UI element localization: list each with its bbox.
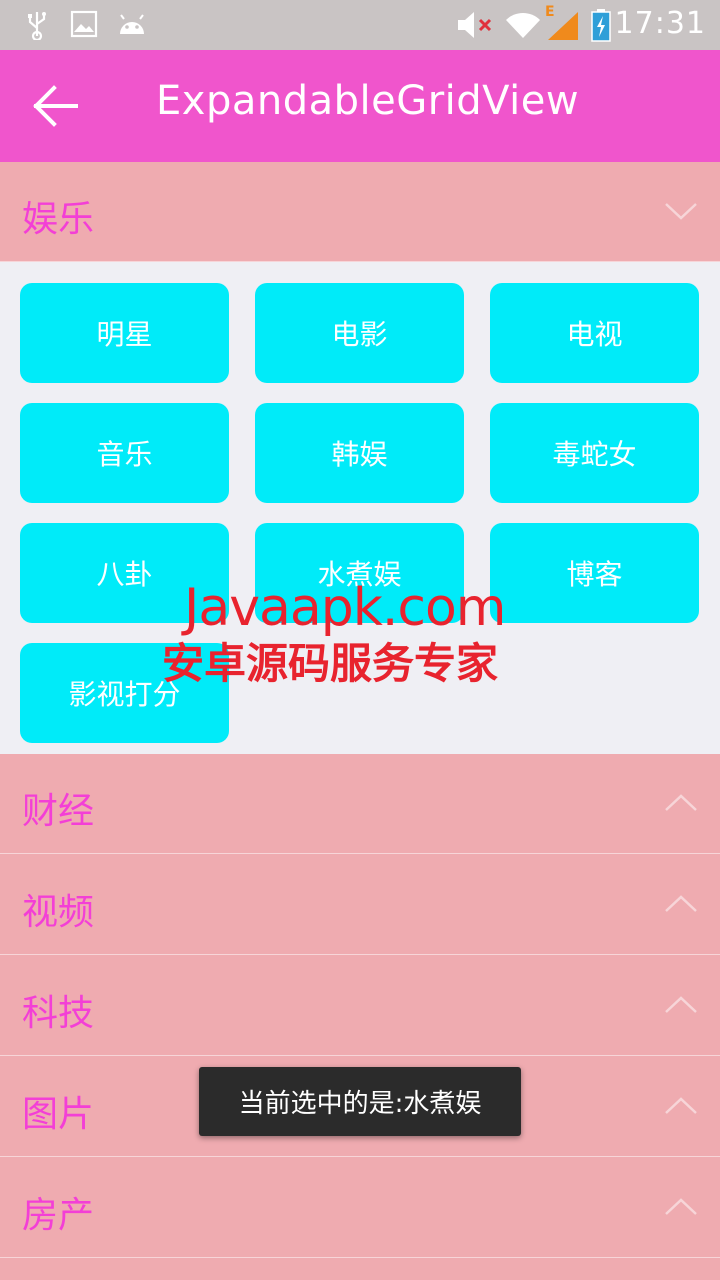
- grid-item[interactable]: 明星: [20, 283, 229, 383]
- status-bar: E 17:31: [0, 0, 720, 50]
- app-bar: ExpandableGridView: [0, 50, 720, 162]
- group-header-finance[interactable]: 财经: [0, 754, 720, 854]
- toast-message: 当前选中的是:水煮娱: [199, 1067, 521, 1136]
- group-label: 娱乐: [22, 199, 95, 240]
- group-label: 科技: [22, 993, 95, 1034]
- arrow-left-icon[interactable]: [32, 84, 80, 128]
- clock: 17:31: [614, 6, 706, 41]
- grid-item[interactable]: 毒蛇女: [490, 403, 699, 503]
- chevron-up-icon: [665, 895, 697, 912]
- android-icon: [120, 14, 144, 34]
- image-icon: [70, 10, 98, 38]
- group-header-realestate[interactable]: 房产: [0, 1158, 720, 1258]
- group-header-video[interactable]: 视频: [0, 855, 720, 955]
- grid-item[interactable]: 博客: [490, 523, 699, 623]
- group-label: 房产: [22, 1195, 95, 1236]
- group-header-entertainment[interactable]: 娱乐: [0, 162, 720, 262]
- group-label: 视频: [22, 892, 95, 933]
- group-header-tech[interactable]: 科技: [0, 956, 720, 1056]
- chevron-up-icon: [665, 794, 697, 811]
- chevron-down-icon: [665, 203, 697, 220]
- mute-icon: [458, 12, 492, 38]
- grid-item[interactable]: 八卦: [20, 523, 229, 623]
- usb-icon: [28, 12, 46, 40]
- battery-icon: [591, 9, 611, 42]
- chevron-up-icon: [665, 996, 697, 1013]
- grid-item[interactable]: 电影: [255, 283, 464, 383]
- grid-panel: 明星 电影 电视 音乐 韩娱 毒蛇女 八卦 水煮娱 博客 影视打分: [0, 262, 720, 754]
- grid-item[interactable]: 电视: [490, 283, 699, 383]
- grid-item[interactable]: 水煮娱: [255, 523, 464, 623]
- grid-item[interactable]: 音乐: [20, 403, 229, 503]
- group-label: 图片: [22, 1094, 95, 1135]
- group-label: 财经: [22, 791, 95, 832]
- chevron-up-icon: [665, 1097, 697, 1114]
- grid-item[interactable]: 韩娱: [255, 403, 464, 503]
- chevron-up-icon: [665, 1198, 697, 1215]
- signal-icon: [548, 12, 578, 40]
- page-title: ExpandableGridView: [156, 78, 580, 124]
- wifi-icon: [506, 12, 540, 38]
- grid-item[interactable]: 影视打分: [20, 643, 229, 743]
